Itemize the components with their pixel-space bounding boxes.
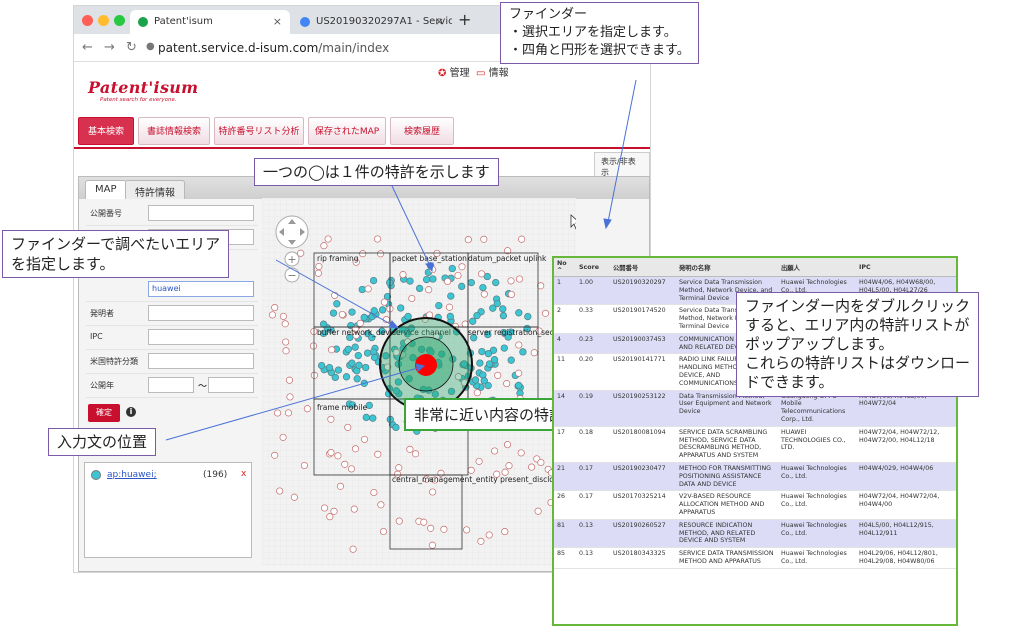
column-header-score[interactable]: Score	[576, 258, 610, 277]
table-cell-score: 0.33	[576, 304, 610, 334]
callout-very-close: 非常に近い内容の特許	[404, 398, 575, 431]
table-row[interactable]: 81 0.13 US20190260527 RESOURCE INDICATION M…	[554, 519, 956, 549]
table-cell-score: 0.18	[576, 426, 610, 463]
table-cell-applicant: Huawei Technologies Co., Ltd.	[778, 547, 856, 569]
column-header-title[interactable]: 発明の名称	[676, 258, 778, 277]
table-cell-pub: US20190037453	[610, 333, 676, 355]
table-cell-pub: US20190320297	[610, 276, 676, 306]
table-cell-score: 0.19	[576, 390, 610, 427]
table-cell-score: 0.17	[576, 490, 610, 520]
table-cell-applicant: Huawei Technologies Co., Ltd.	[778, 519, 856, 549]
table-cell-ipc: H04W72/04, H04W72/12, H04W72/00, H04L12/…	[856, 426, 956, 463]
table-cell-title: SERVICE DATA TRANSMISSION METHOD AND APP…	[676, 547, 778, 569]
table-cell-pub: US20190260527	[610, 519, 676, 549]
table-cell-ipc: H04L5/00, H04L12/915, H04L12/911	[856, 519, 956, 549]
callout-line: ドできます。	[745, 373, 834, 391]
table-cell-score: 0.23	[576, 333, 610, 355]
callout-double-click: ファインダー内をダブルクリック すると、エリア内の特許リストが ポップアップしま…	[736, 292, 980, 397]
screenshot-stage: Patent'isum × US20190320297A1 - Service …	[0, 0, 1024, 628]
callout-input-position: 入力文の位置	[48, 428, 157, 456]
callout-line: ・四角と円形を選択できます。	[509, 43, 690, 58]
table-cell-no: 1	[554, 276, 576, 306]
table-cell-no: 4	[554, 333, 576, 355]
table-cell-no: 81	[554, 519, 576, 549]
callout-line: ポップアップします。	[745, 335, 894, 353]
table-cell-pub: US20190174520	[610, 304, 676, 334]
table-cell-applicant: Huawei Technologies Co., Ltd.	[778, 490, 856, 520]
table-cell-no: 17	[554, 426, 576, 463]
table-cell-title: SERVICE DATA SCRAMBLING METHOD, SERVICE …	[676, 426, 778, 463]
table-cell-pub: US20190253122	[610, 390, 676, 427]
table-cell-ipc: H04L29/06, H04L12/801, H04L29/08, H04W80…	[856, 547, 956, 569]
table-cell-ipc: H04W72/04, H04W72/04, H04W4/00	[856, 490, 956, 520]
column-header-applicant[interactable]: 出願人	[778, 258, 856, 277]
column-header-ipc[interactable]: IPC	[856, 258, 956, 277]
table-cell-pub: US20180343325	[610, 547, 676, 569]
table-row[interactable]: 26 0.17 US20170325214 V2V-BASED RESOURCE AL…	[554, 490, 956, 520]
table-cell-title: METHOD FOR TRANSMITTING POSITIONING ASSI…	[676, 462, 778, 492]
table-cell-no: 85	[554, 547, 576, 569]
callout-line: ファインダー	[509, 7, 588, 22]
table-cell-no: 2	[554, 304, 576, 334]
table-cell-score: 1.00	[576, 276, 610, 306]
table-cell-pub: US20180081094	[610, 426, 676, 463]
table-cell-title: RESOURCE INDICATION METHOD, AND RELATED …	[676, 519, 778, 549]
table-cell-applicant: HUAWEI TECHNOLOGIES CO., LTD.	[778, 426, 856, 463]
column-header-pub-number[interactable]: 公開番号	[610, 258, 676, 277]
table-cell-score: 0.20	[576, 353, 610, 391]
table-cell-score: 0.13	[576, 519, 610, 549]
table-cell-no: 26	[554, 490, 576, 520]
table-cell-no: 21	[554, 462, 576, 492]
callout-line: ファインダー内をダブルクリック	[745, 297, 971, 315]
callout-one-circle: 一つの◯は１件の特許を示します	[254, 158, 499, 186]
callout-line: ファインダーで調べたいエリア	[11, 235, 221, 253]
table-row[interactable]: 85 0.13 US20180343325 SERVICE DATA TRANSMIS…	[554, 547, 956, 569]
table-cell-score: 0.17	[576, 462, 610, 492]
callout-finder: ファインダー ・選択エリアを指定します。 ・四角と円形を選択できます。	[500, 2, 699, 64]
table-cell-no: 11	[554, 353, 576, 391]
table-cell-score: 0.13	[576, 547, 610, 569]
callout-line: すると、エリア内の特許リストが	[745, 316, 970, 334]
table-header-row: No ^ Score 公開番号 発明の名称 出願人 IPC	[554, 258, 956, 277]
table-cell-ipc: H04W4/029, H04W4/06	[856, 462, 956, 492]
callout-line: を指定します。	[11, 255, 115, 273]
table-cell-applicant: Huawei Technologies Co., Ltd.	[778, 462, 856, 492]
column-header-no[interactable]: No ^	[554, 258, 576, 277]
table-cell-pub: US20190230477	[610, 462, 676, 492]
callout-line: ・選択エリアを指定します。	[509, 25, 677, 40]
table-cell-pub: US20170325214	[610, 490, 676, 520]
table-cell-no: 14	[554, 390, 576, 427]
table-row[interactable]: 17 0.18 US20180081094 SERVICE DATA SCRAMBLI…	[554, 426, 956, 463]
callout-finder-area: ファインダーで調べたいエリア を指定します。	[2, 230, 230, 278]
table-cell-pub: US20190141771	[610, 353, 676, 391]
table-row[interactable]: 21 0.17 US20190230477 METHOD FOR TRANSMITTI…	[554, 462, 956, 492]
table-cell-title: V2V-BASED RESOURCE ALLOCATION METHOD AND…	[676, 490, 778, 520]
callout-line: これらの特許リストはダウンロー	[745, 354, 971, 372]
